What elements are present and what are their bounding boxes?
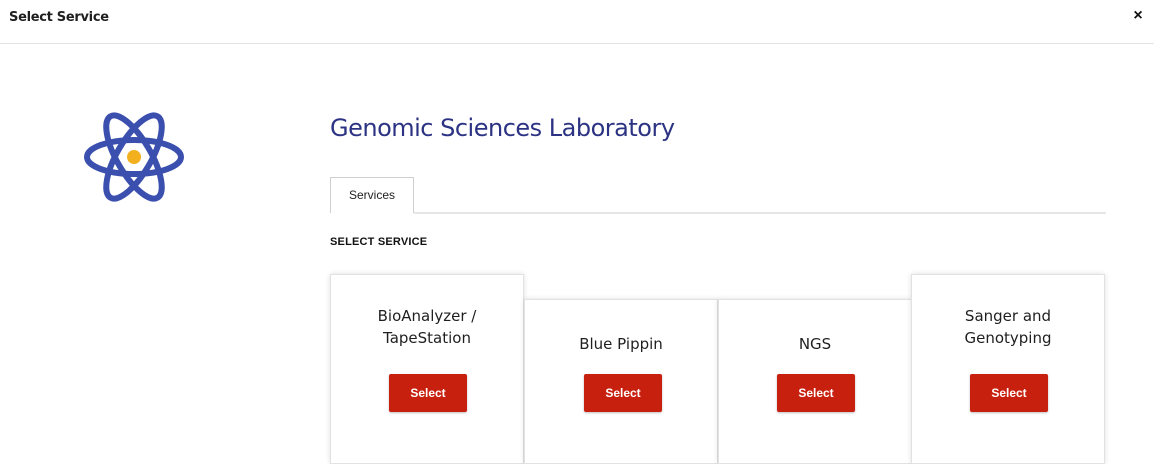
service-name: BioAnalyzer / TapeStation xyxy=(331,305,523,349)
select-button[interactable]: Select xyxy=(584,374,662,412)
tab-services[interactable]: Services xyxy=(330,177,414,213)
service-name-line: Genotyping xyxy=(964,329,1052,347)
service-name-line: Sanger and xyxy=(964,307,1052,325)
select-button[interactable]: Select xyxy=(389,374,467,412)
service-name-line: BioAnalyzer / xyxy=(377,307,477,325)
service-name-line: TapeStation xyxy=(383,329,471,347)
service-name: NGS xyxy=(798,335,832,353)
lab-title: Genomic Sciences Laboratory xyxy=(330,114,675,142)
select-button[interactable]: Select xyxy=(970,374,1048,412)
service-card-bioanalyzer: BioAnalyzer / TapeStation Select xyxy=(330,274,524,464)
service-card-blue-pippin: Blue Pippin Select xyxy=(524,299,718,464)
section-label: SELECT SERVICE xyxy=(330,236,428,248)
service-name: Sanger and Genotyping xyxy=(912,305,1104,349)
service-card-sanger: Sanger and Genotyping Select xyxy=(911,274,1105,464)
select-button[interactable]: Select xyxy=(777,374,855,412)
close-icon[interactable]: × xyxy=(1128,6,1148,26)
modal-header: Select Service × xyxy=(0,0,1154,44)
tab-divider xyxy=(414,212,1106,214)
service-card-ngs: NGS Select xyxy=(718,299,912,464)
atom-icon xyxy=(84,112,184,202)
service-name: Blue Pippin xyxy=(579,335,663,353)
modal-title: Select Service xyxy=(9,10,109,25)
